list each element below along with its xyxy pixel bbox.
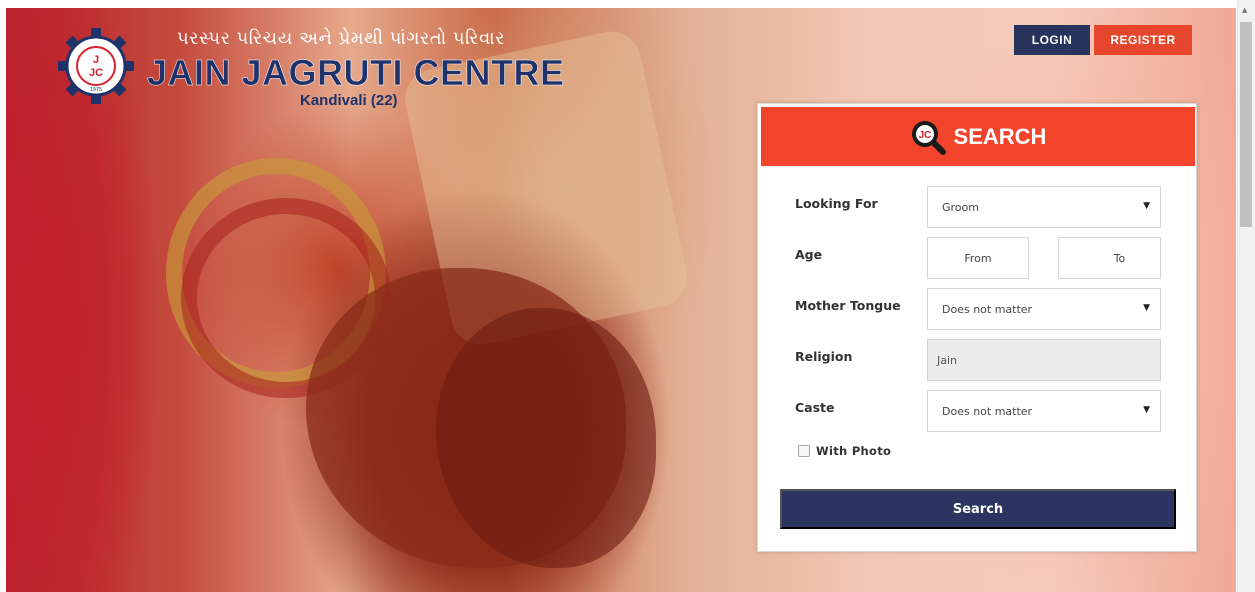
mother-tongue-select[interactable]: Does not matter ▼: [927, 288, 1161, 330]
caste-value: Does not matter: [942, 404, 1033, 418]
caste-select[interactable]: Does not matter ▼: [927, 390, 1161, 432]
mother-tongue-label: Mother Tongue: [795, 298, 901, 313]
brand-name[interactable]: JAIN JAGRUTI CENTRE: [147, 52, 565, 94]
logo-initials-top: J: [93, 54, 99, 66]
religion-field: Jain: [927, 339, 1161, 381]
age-from-placeholder: From: [964, 251, 992, 265]
looking-for-value: Groom: [942, 200, 979, 214]
logo-year: 1975: [90, 87, 102, 93]
religion-value: Jain: [937, 353, 958, 367]
caste-label: Caste: [795, 400, 835, 415]
search-panel-header: JC SEARCH: [761, 107, 1195, 166]
dropdown-arrow-icon: ▼: [1143, 201, 1150, 211]
tagline: પરસ્પર પરિચય અને પ્રેમથી પાંગરતો પરિવાર: [177, 28, 505, 49]
with-photo-option[interactable]: With Photo: [798, 444, 891, 458]
age-to-placeholder: To: [1113, 251, 1126, 265]
brand-location: Kandivali (22): [300, 92, 398, 109]
search-title: SEARCH: [953, 123, 1047, 149]
religion-label: Religion: [795, 349, 853, 364]
with-photo-label[interactable]: With Photo: [816, 444, 891, 458]
dropdown-arrow-icon: ▼: [1143, 405, 1150, 415]
mother-tongue-value: Does not matter: [942, 302, 1033, 316]
with-photo-checkbox[interactable]: [798, 445, 810, 457]
age-from-input[interactable]: From: [927, 237, 1029, 279]
register-button[interactable]: REGISTER: [1094, 25, 1192, 55]
logo-emblem[interactable]: J JC 1975: [58, 28, 134, 104]
search-submit-button[interactable]: Search: [780, 489, 1176, 529]
page: J JC 1975 પરસ્પર પરિચય અને પ્રેમથી પાંગર…: [0, 0, 1255, 592]
scrollbar-thumb[interactable]: [1240, 22, 1252, 227]
login-button[interactable]: LOGIN: [1014, 25, 1090, 55]
looking-for-label: Looking For: [795, 196, 878, 211]
svg-text:JC: JC: [918, 130, 931, 141]
looking-for-select[interactable]: Groom ▼: [927, 186, 1161, 228]
age-to-input[interactable]: To: [1058, 237, 1161, 279]
logo-initials-bottom: JC: [89, 67, 103, 79]
search-magnifier-icon: JC: [911, 120, 946, 155]
scroll-up-arrow-icon[interactable]: ▲: [1242, 6, 1247, 14]
age-label: Age: [795, 247, 823, 262]
dropdown-arrow-icon: ▼: [1143, 303, 1150, 313]
